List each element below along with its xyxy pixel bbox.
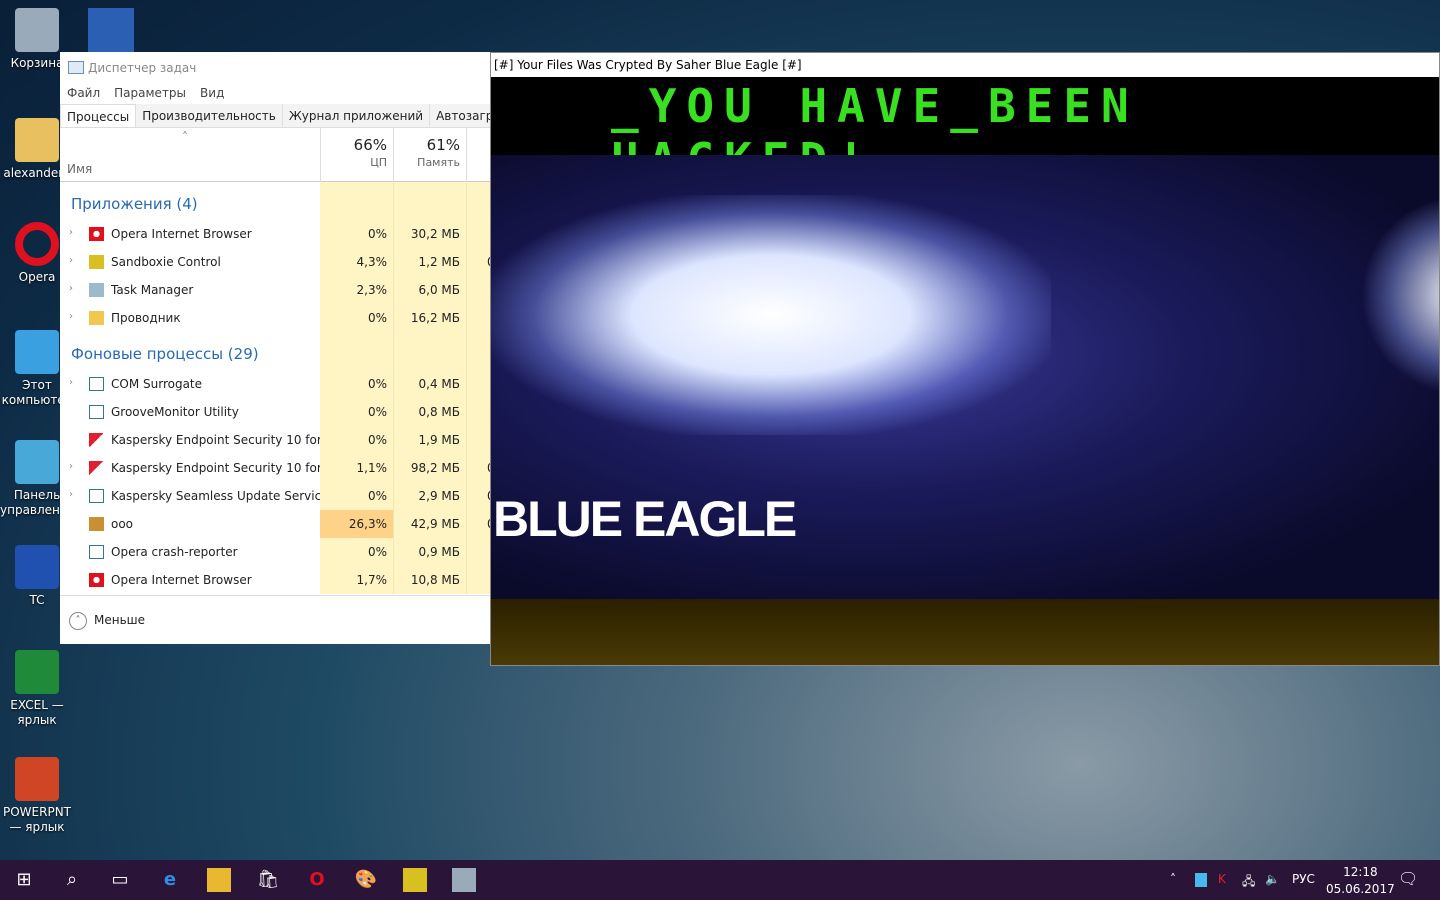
tab-bar: Процессы Производительность Журнал прило… bbox=[60, 104, 490, 128]
process-row[interactable]: › Kaspersky Endpoint Security 10 for ... 1… bbox=[60, 454, 495, 482]
process-row[interactable]: › Kaspersky Seamless Update Service 0% 2,9 … bbox=[60, 482, 495, 510]
title-bar[interactable]: Диспетчер задач bbox=[60, 52, 490, 82]
desktop-icon-powerpoint[interactable]: POWERPNT — ярлык bbox=[0, 757, 74, 835]
clock[interactable]: 12:18 05.06.2017 bbox=[1326, 864, 1395, 898]
expand-chevron-icon[interactable]: › bbox=[69, 283, 73, 294]
action-center-icon[interactable]: 🗨 bbox=[1398, 869, 1418, 888]
window-icon bbox=[89, 405, 104, 419]
blue-eagle-logo-text: BLUE EAGLE bbox=[493, 491, 797, 547]
menu-file[interactable]: Файл bbox=[67, 86, 100, 100]
network-icon[interactable]: 🖧 bbox=[1242, 872, 1255, 893]
folder-icon bbox=[89, 311, 104, 325]
opera-icon bbox=[89, 227, 104, 241]
menu-options[interactable]: Параметры bbox=[114, 86, 186, 100]
recycle-bin-icon bbox=[15, 8, 59, 52]
control-panel-icon bbox=[15, 440, 59, 484]
process-row[interactable]: GrooveMonitor Utility 0% 0,8 МБ bbox=[60, 398, 493, 426]
taskmgr-icon bbox=[89, 283, 104, 297]
process-row[interactable]: › Opera Internet Browser 0% 30,2 МБ bbox=[60, 220, 493, 248]
eagle-logo-glow bbox=[1361, 195, 1439, 395]
process-row[interactable]: › Проводник 0% 16,2 МБ bbox=[60, 304, 493, 332]
window-icon bbox=[89, 377, 104, 391]
kaspersky-icon bbox=[89, 461, 104, 475]
fewer-details-button[interactable]: ˄ Меньше bbox=[60, 595, 490, 644]
edge-icon[interactable]: e bbox=[158, 868, 182, 892]
taskmgr-taskbar-icon[interactable] bbox=[452, 868, 476, 892]
expand-chevron-icon[interactable]: › bbox=[69, 461, 73, 472]
word-icon[interactable] bbox=[88, 8, 134, 52]
excel-icon bbox=[15, 650, 59, 694]
image-bottom-band bbox=[491, 599, 1439, 665]
tab-performance[interactable]: Производительность bbox=[136, 104, 283, 127]
expand-chevron-icon[interactable]: › bbox=[69, 311, 73, 322]
language-indicator[interactable]: РУС bbox=[1292, 872, 1315, 886]
file-explorer-icon[interactable] bbox=[207, 868, 231, 892]
group-header[interactable]: Приложения (4) bbox=[60, 182, 493, 220]
tab-app-history[interactable]: Журнал приложений bbox=[283, 104, 431, 127]
process-row[interactable]: › COM Surrogate 0% 0,4 МБ bbox=[60, 370, 493, 398]
app-icon bbox=[89, 517, 104, 531]
taskbar: ⊞ ⌕ ▭ e 🛍 O 🎨 ˄ K 🖧 🔈 РУС 12:18 05.06.201… bbox=[0, 860, 1440, 900]
show-hidden-icons-chevron-icon[interactable]: ˄ bbox=[1170, 872, 1176, 886]
process-row[interactable]: ooo26,3%42,9 МБ0 bbox=[60, 510, 495, 538]
column-memory[interactable]: 61% Память bbox=[393, 128, 466, 182]
menu-bar: Файл Параметры Вид bbox=[60, 82, 490, 104]
process-row[interactable]: ›Sandboxie Control4,3%1,2 МБ0 bbox=[60, 248, 495, 276]
kaspersky-icon bbox=[89, 433, 104, 447]
column-header: ˄ Имя 66% ЦП 61% Память bbox=[60, 128, 490, 182]
opera-icon bbox=[89, 573, 104, 587]
ransomware-window: [#] Your Files Was Crypted By Saher Blue… bbox=[490, 52, 1440, 666]
computer-icon bbox=[15, 330, 59, 374]
sandboxie-taskbar-icon[interactable] bbox=[403, 868, 427, 892]
store-icon[interactable]: 🛍 bbox=[256, 868, 280, 892]
column-partial[interactable] bbox=[466, 128, 490, 182]
task-view-icon[interactable]: ▭ bbox=[108, 868, 132, 892]
kaspersky-tray-icon[interactable]: K bbox=[1218, 872, 1226, 886]
blue-eagle-image: BLUE EAGLE bbox=[491, 155, 1439, 599]
floppy-icon bbox=[15, 545, 59, 589]
task-manager-window: Диспетчер задач Файл Параметры Вид Проце… bbox=[60, 52, 495, 644]
tab-processes[interactable]: Процессы bbox=[60, 104, 137, 127]
window-icon bbox=[89, 545, 104, 559]
search-icon[interactable]: ⌕ bbox=[60, 868, 84, 892]
sandboxie-icon bbox=[89, 255, 104, 269]
expand-chevron-icon[interactable]: › bbox=[69, 227, 73, 238]
user-folder-icon bbox=[15, 118, 59, 162]
window-icon bbox=[89, 489, 104, 503]
tab-startup[interactable]: Автозагрузка bbox=[430, 104, 490, 127]
expand-chevron-icon[interactable]: › bbox=[69, 255, 73, 266]
opera-taskbar-icon[interactable]: O bbox=[305, 868, 329, 892]
ransom-title-bar[interactable]: [#] Your Files Was Crypted By Saher Blue… bbox=[491, 53, 1439, 77]
expand-chevron-icon[interactable]: › bbox=[69, 489, 73, 500]
process-row[interactable]: Kaspersky Endpoint Security 10 for ... 0%… bbox=[60, 426, 493, 454]
process-list: Приложения (4) › Opera Internet Browser 0% 3… bbox=[60, 182, 495, 594]
taskmgr-icon bbox=[68, 61, 84, 74]
eagle-logo bbox=[491, 195, 1051, 435]
opera-icon bbox=[15, 222, 59, 266]
process-row[interactable]: Opera Internet Browser 1,7% 10,8 МБ bbox=[60, 566, 493, 594]
process-row[interactable]: › Task Manager 2,3% 6,0 МБ bbox=[60, 276, 493, 304]
column-cpu[interactable]: 66% ЦП bbox=[320, 128, 393, 182]
desktop-icon-excel[interactable]: EXCEL — ярлык bbox=[0, 650, 74, 728]
sort-chevron-up-icon: ˄ bbox=[182, 130, 188, 144]
expand-chevron-icon[interactable]: › bbox=[69, 377, 73, 388]
menu-view[interactable]: Вид bbox=[200, 86, 224, 100]
powerpoint-icon bbox=[15, 757, 59, 801]
group-header[interactable]: Фоновые процессы (29) bbox=[60, 332, 493, 370]
column-name[interactable]: Имя bbox=[67, 162, 92, 176]
process-row[interactable]: Opera crash-reporter 0% 0,9 МБ bbox=[60, 538, 493, 566]
tray-app-icon[interactable] bbox=[1195, 873, 1207, 887]
paint-icon[interactable]: 🎨 bbox=[354, 868, 378, 892]
chevron-up-circle-icon: ˄ bbox=[69, 612, 87, 630]
start-windows-icon[interactable]: ⊞ bbox=[12, 868, 36, 892]
volume-icon[interactable]: 🔈 bbox=[1265, 872, 1280, 886]
